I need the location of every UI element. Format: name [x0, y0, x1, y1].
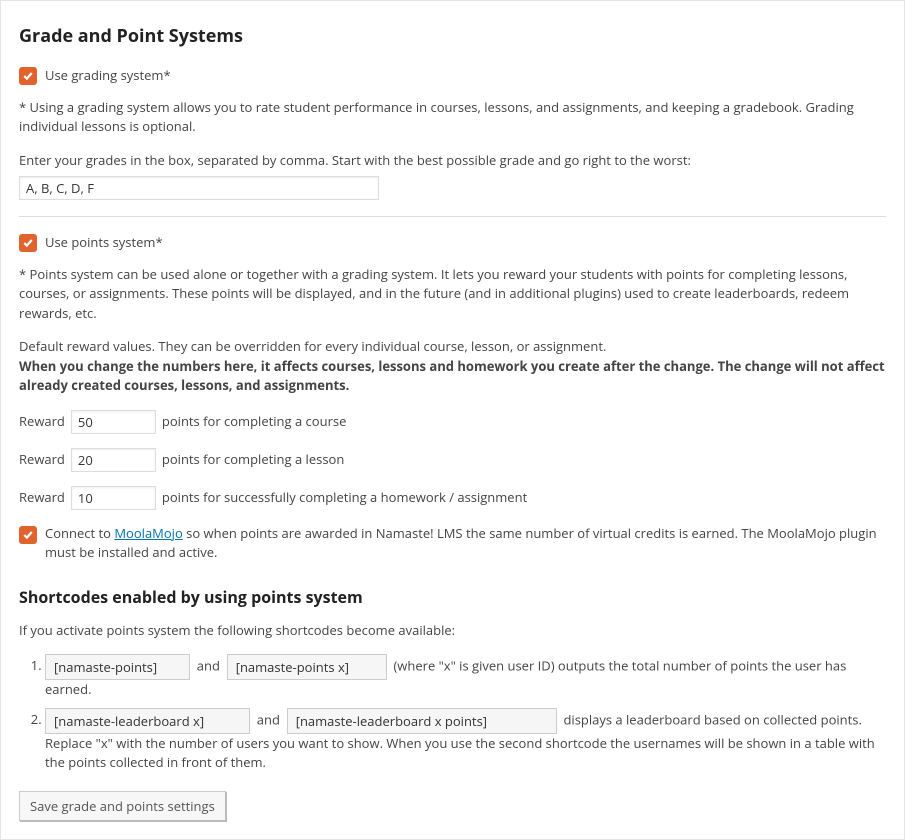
use-points-row: Use points system*: [19, 233, 886, 253]
moolamojo-link[interactable]: MoolaMojo: [114, 524, 182, 542]
reward-assignment-row: Reward points for successfully completin…: [19, 486, 886, 510]
check-icon: [22, 529, 34, 541]
change-warning: When you change the numbers here, it aff…: [19, 357, 885, 395]
heading-shortcodes: Shortcodes enabled by using points syste…: [19, 585, 886, 609]
shortcode-item-1: [namaste-points] and [namaste-points x] …: [45, 654, 886, 700]
reward-lesson-row: Reward points for completing a lesson: [19, 448, 886, 472]
and-text: and: [197, 656, 220, 674]
connect-moolamojo-checkbox[interactable]: [19, 526, 37, 544]
reward-course-input[interactable]: [71, 410, 156, 434]
and-text: and: [257, 710, 280, 728]
shortcode-list: [namaste-points] and [namaste-points x] …: [19, 654, 886, 773]
reward-lesson-input[interactable]: [71, 448, 156, 472]
grades-input[interactable]: [19, 176, 379, 200]
save-button[interactable]: Save grade and points settings: [19, 791, 226, 821]
reward-label: Reward: [19, 450, 65, 470]
check-icon: [22, 70, 34, 82]
use-grading-row: Use grading system*: [19, 66, 886, 86]
reward-label: Reward: [19, 412, 65, 432]
shortcode-namaste-leaderboard-x[interactable]: [namaste-leaderboard x]: [45, 708, 250, 734]
reward-assignment-suffix: points for successfully completing a hom…: [162, 488, 527, 508]
connect-moolamojo-row: Connect to MoolaMojo so when points are …: [19, 524, 886, 563]
shortcode-namaste-points[interactable]: [namaste-points]: [45, 654, 190, 680]
grades-instruction: Enter your grades in the box, separated …: [19, 151, 886, 171]
heading-grade-point-systems: Grade and Point Systems: [19, 23, 886, 50]
reward-course-row: Reward points for completing a course: [19, 410, 886, 434]
default-reward-text: Default reward values. They can be overr…: [19, 337, 606, 355]
reward-label: Reward: [19, 488, 65, 508]
shortcode-item-2: [namaste-leaderboard x] and [namaste-lea…: [45, 708, 886, 773]
use-grading-checkbox[interactable]: [19, 67, 37, 85]
use-points-checkbox[interactable]: [19, 234, 37, 252]
reward-assignment-input[interactable]: [71, 486, 156, 510]
check-icon: [22, 237, 34, 249]
settings-panel: Grade and Point Systems Use grading syst…: [0, 0, 905, 840]
shortcodes-intro: If you activate points system the follow…: [19, 621, 886, 641]
connect-moolamojo-text: Connect to MoolaMojo so when points are …: [45, 524, 886, 563]
reward-course-suffix: points for completing a course: [162, 412, 347, 432]
default-reward-block: Default reward values. They can be overr…: [19, 337, 886, 396]
shortcode-2-suffix-2: with the number of users you want to sho…: [45, 734, 875, 772]
points-help-text: * Points system can be used alone or tog…: [19, 265, 886, 324]
shortcode-namaste-points-x[interactable]: [namaste-points x]: [227, 654, 387, 680]
grading-help-text: * Using a grading system allows you to r…: [19, 98, 886, 137]
use-points-label: Use points system*: [45, 233, 163, 253]
use-grading-label: Use grading system*: [45, 66, 171, 86]
shortcode-namaste-leaderboard-x-points[interactable]: [namaste-leaderboard x points]: [287, 708, 557, 734]
connect-prefix: Connect to: [45, 524, 114, 542]
reward-lesson-suffix: points for completing a lesson: [162, 450, 344, 470]
divider: [19, 216, 886, 217]
